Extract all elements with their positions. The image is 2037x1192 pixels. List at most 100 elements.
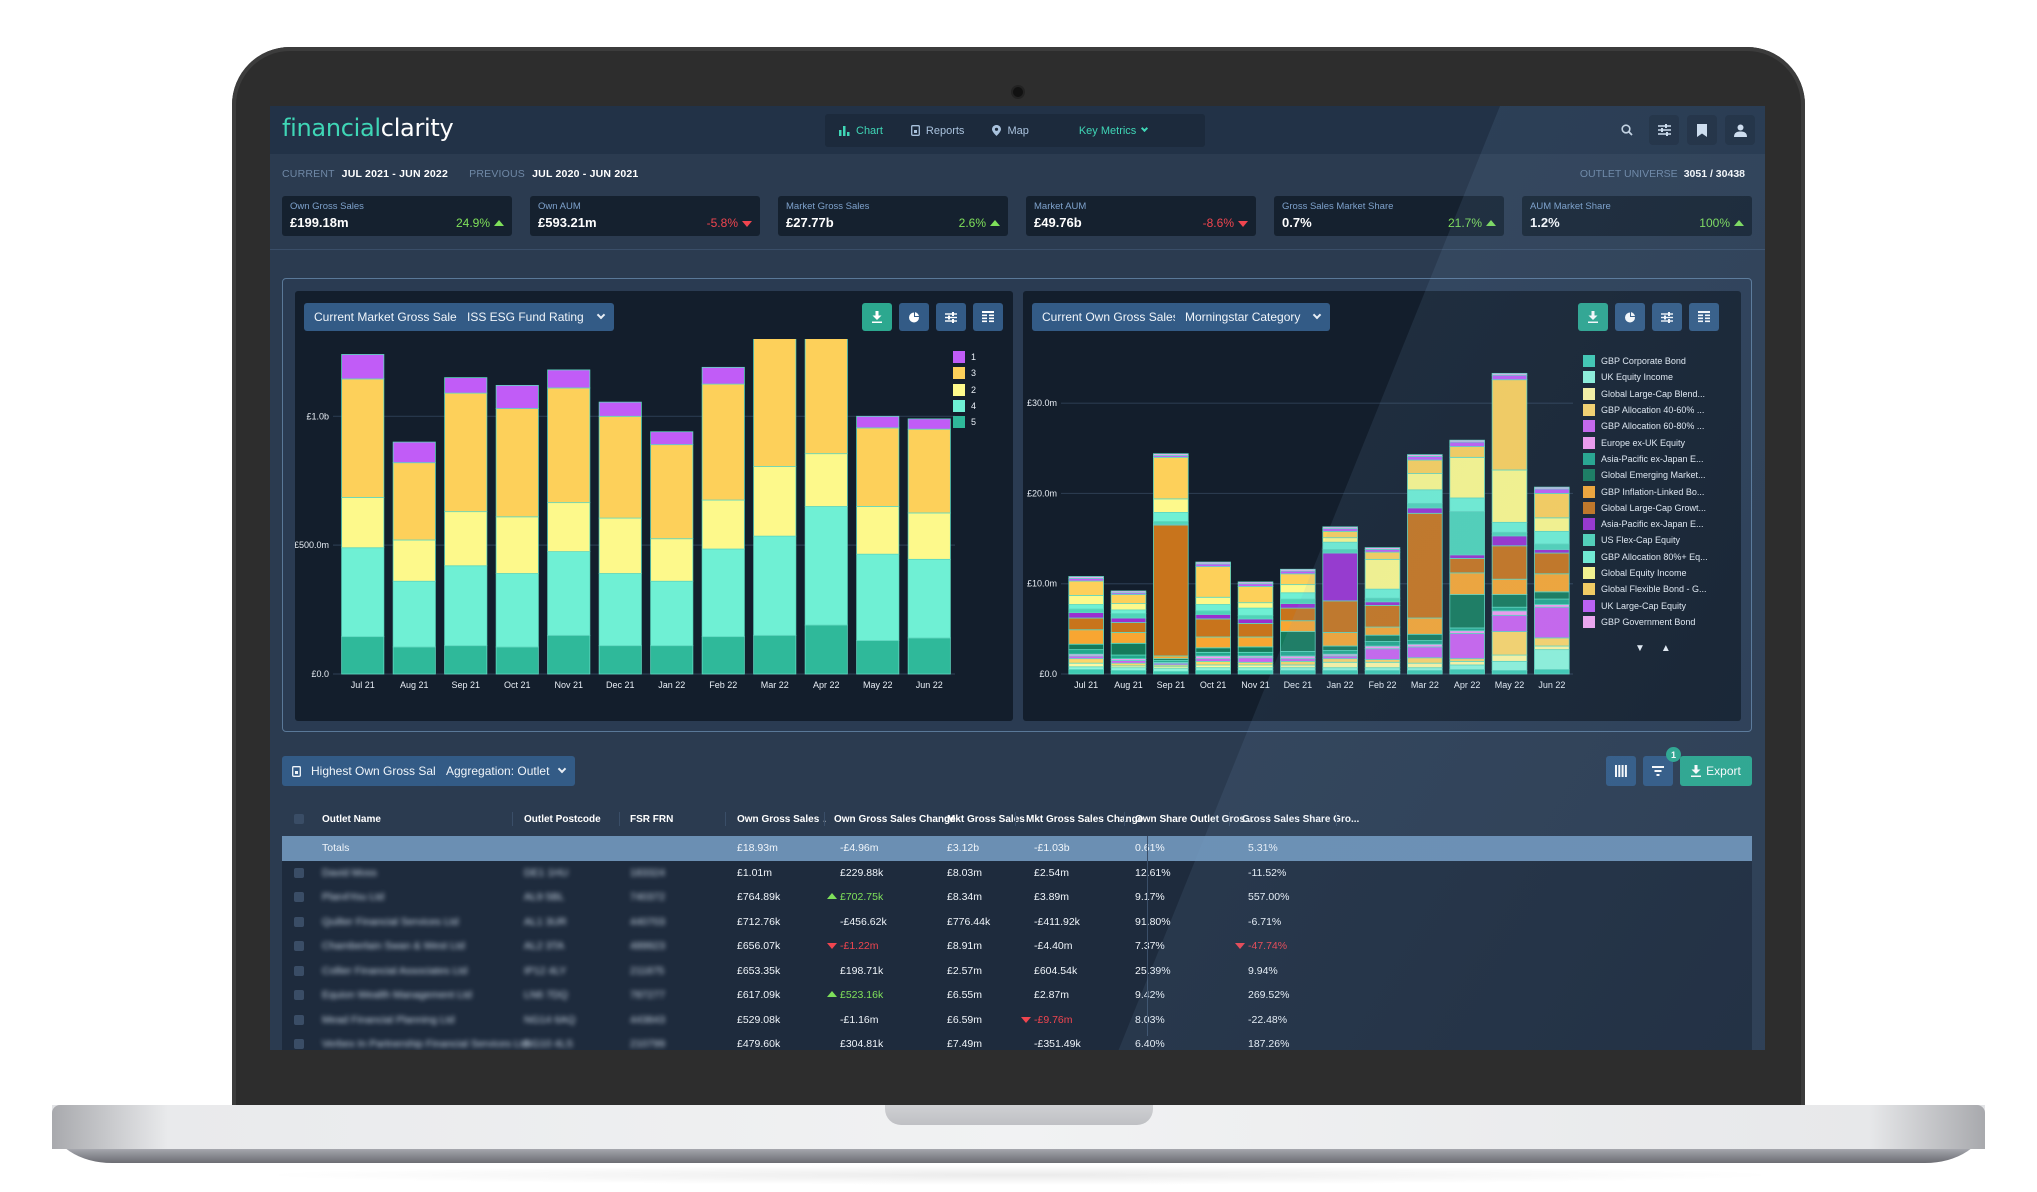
- bar-segment[interactable]: [650, 431, 694, 446]
- bar-segment[interactable]: [1280, 631, 1316, 652]
- bar-segment[interactable]: [1280, 592, 1316, 600]
- column-resize-handle[interactable]: [824, 812, 825, 826]
- bar-segment[interactable]: [547, 502, 591, 552]
- bar-segment[interactable]: [1364, 547, 1401, 550]
- bar-segment[interactable]: [1491, 631, 1528, 656]
- kpi-card[interactable]: Market Gross Sales £27.77b 2.6%: [778, 196, 1008, 236]
- bar-segment[interactable]: [701, 499, 745, 550]
- bar-segment[interactable]: [392, 441, 436, 464]
- bar-segment[interactable]: [856, 506, 900, 555]
- bar-segment[interactable]: [1153, 453, 1189, 456]
- bar-segment[interactable]: [1534, 669, 1570, 675]
- bar-segment[interactable]: [1449, 630, 1485, 634]
- bar-segment[interactable]: [1237, 636, 1274, 648]
- legend-item[interactable]: Asia-Pacific ex-Japan E...: [1583, 516, 1708, 532]
- legend-item[interactable]: 4: [953, 398, 976, 414]
- bar-segment[interactable]: [1237, 583, 1274, 587]
- column-resize-handle[interactable]: [1124, 812, 1125, 826]
- bar-segment[interactable]: [1322, 541, 1358, 550]
- bar-segment[interactable]: [1195, 655, 1231, 660]
- bar-segment[interactable]: [1534, 598, 1570, 605]
- bar-segment[interactable]: [1407, 662, 1443, 669]
- bar-segment[interactable]: [598, 573, 642, 647]
- bar-segment[interactable]: [1364, 626, 1401, 636]
- bar-segment[interactable]: [392, 462, 436, 541]
- bar-segment[interactable]: [1110, 613, 1147, 619]
- bar-segment[interactable]: [1322, 526, 1358, 530]
- key-metrics-dropdown[interactable]: Key Metrics: [1065, 125, 1161, 137]
- kpi-card[interactable]: Own Gross Sales £199.18m 24.9%: [282, 196, 512, 236]
- bar-segment[interactable]: [1449, 558, 1485, 574]
- bar-segment[interactable]: [1237, 669, 1274, 675]
- bar-segment[interactable]: [1407, 456, 1443, 461]
- bar-segment[interactable]: [1534, 488, 1570, 494]
- bar-segment[interactable]: [1491, 545, 1528, 580]
- bar-segment[interactable]: [1068, 577, 1104, 582]
- bar-segment[interactable]: [1195, 563, 1231, 567]
- bar-segment[interactable]: [1364, 661, 1401, 669]
- bar-segment[interactable]: [1195, 664, 1231, 669]
- bar-segment[interactable]: [1322, 661, 1358, 669]
- column-resize-handle[interactable]: [1229, 812, 1230, 826]
- legend-item[interactable]: Global Emerging Market...: [1583, 467, 1708, 483]
- download-button[interactable]: [1578, 303, 1608, 331]
- bookmark-button[interactable]: [1687, 115, 1717, 145]
- table-view-button[interactable]: [1689, 303, 1719, 331]
- bar-segment[interactable]: [1110, 622, 1147, 633]
- bar-segment[interactable]: [1195, 669, 1231, 675]
- table-row[interactable]: Quilter Financial Services Ltd AL1 3UR 440…: [282, 910, 1752, 935]
- bar-segment[interactable]: [392, 539, 436, 582]
- group-dropdown[interactable]: Morningstar Category: [1175, 303, 1331, 331]
- bar-segment[interactable]: [1068, 655, 1104, 660]
- legend-item[interactable]: Global Flexible Bond - G...: [1583, 581, 1708, 597]
- nav-reports[interactable]: Reports: [897, 125, 979, 137]
- bar-segment[interactable]: [1068, 658, 1104, 664]
- bar-segment[interactable]: [495, 573, 539, 648]
- bar-segment[interactable]: [1068, 617, 1104, 631]
- bar-segment[interactable]: [701, 548, 745, 638]
- bar-segment[interactable]: [1237, 614, 1274, 620]
- pie-chart-button[interactable]: [899, 303, 929, 331]
- columns-button[interactable]: [1606, 756, 1636, 786]
- bar-segment[interactable]: [753, 339, 797, 467]
- nav-chart[interactable]: Chart: [825, 125, 897, 137]
- bar-segment[interactable]: [341, 636, 385, 675]
- bar-segment[interactable]: [341, 378, 385, 498]
- bar-segment[interactable]: [1364, 597, 1401, 603]
- filter-button[interactable]: 1: [1643, 747, 1681, 786]
- bar-segment[interactable]: [1322, 667, 1358, 671]
- bar-segment[interactable]: [804, 339, 848, 455]
- bar-segment[interactable]: [1280, 667, 1316, 671]
- bar-segment[interactable]: [1407, 643, 1443, 648]
- bar-segment[interactable]: [1322, 645, 1358, 651]
- bar-segment[interactable]: [1195, 636, 1231, 649]
- bar-segment[interactable]: [1407, 459, 1443, 474]
- bar-segment[interactable]: [1407, 669, 1443, 675]
- bar-segment[interactable]: [1449, 632, 1485, 660]
- bar-segment[interactable]: [650, 580, 694, 647]
- bar-segment[interactable]: [1280, 664, 1316, 669]
- legend-item[interactable]: Global Large-Cap Blend...: [1583, 386, 1708, 402]
- bar-segment[interactable]: [1068, 608, 1104, 614]
- bar-segment[interactable]: [1491, 614, 1528, 632]
- bar-segment[interactable]: [495, 516, 539, 574]
- bar-segment[interactable]: [1153, 498, 1189, 513]
- bar-segment[interactable]: [598, 415, 642, 519]
- legend-scroll-down-button[interactable]: ▼: [1635, 643, 1645, 654]
- legend-item[interactable]: Europe ex-UK Equity: [1583, 434, 1708, 450]
- bar-segment[interactable]: [1322, 650, 1358, 655]
- bar-segment[interactable]: [1534, 530, 1570, 545]
- bar-segment[interactable]: [1195, 566, 1231, 598]
- bar-segment[interactable]: [1153, 524, 1189, 657]
- bar-segment[interactable]: [1195, 596, 1231, 605]
- bar-segment[interactable]: [1068, 629, 1104, 645]
- column-header-outlet-postcode[interactable]: Outlet Postcode: [524, 814, 601, 825]
- kpi-card[interactable]: Gross Sales Market Share 0.7% 21.7%: [1274, 196, 1504, 236]
- column-header-own-gross-sales[interactable]: Own Gross Sales ↓: [737, 814, 827, 825]
- bar-segment[interactable]: [1068, 576, 1104, 579]
- bar-segment[interactable]: [1195, 604, 1231, 612]
- bar-segment[interactable]: [1322, 528, 1358, 532]
- bar-segment[interactable]: [598, 401, 642, 417]
- bar-segment[interactable]: [907, 637, 951, 675]
- row-checkbox[interactable]: [294, 965, 304, 976]
